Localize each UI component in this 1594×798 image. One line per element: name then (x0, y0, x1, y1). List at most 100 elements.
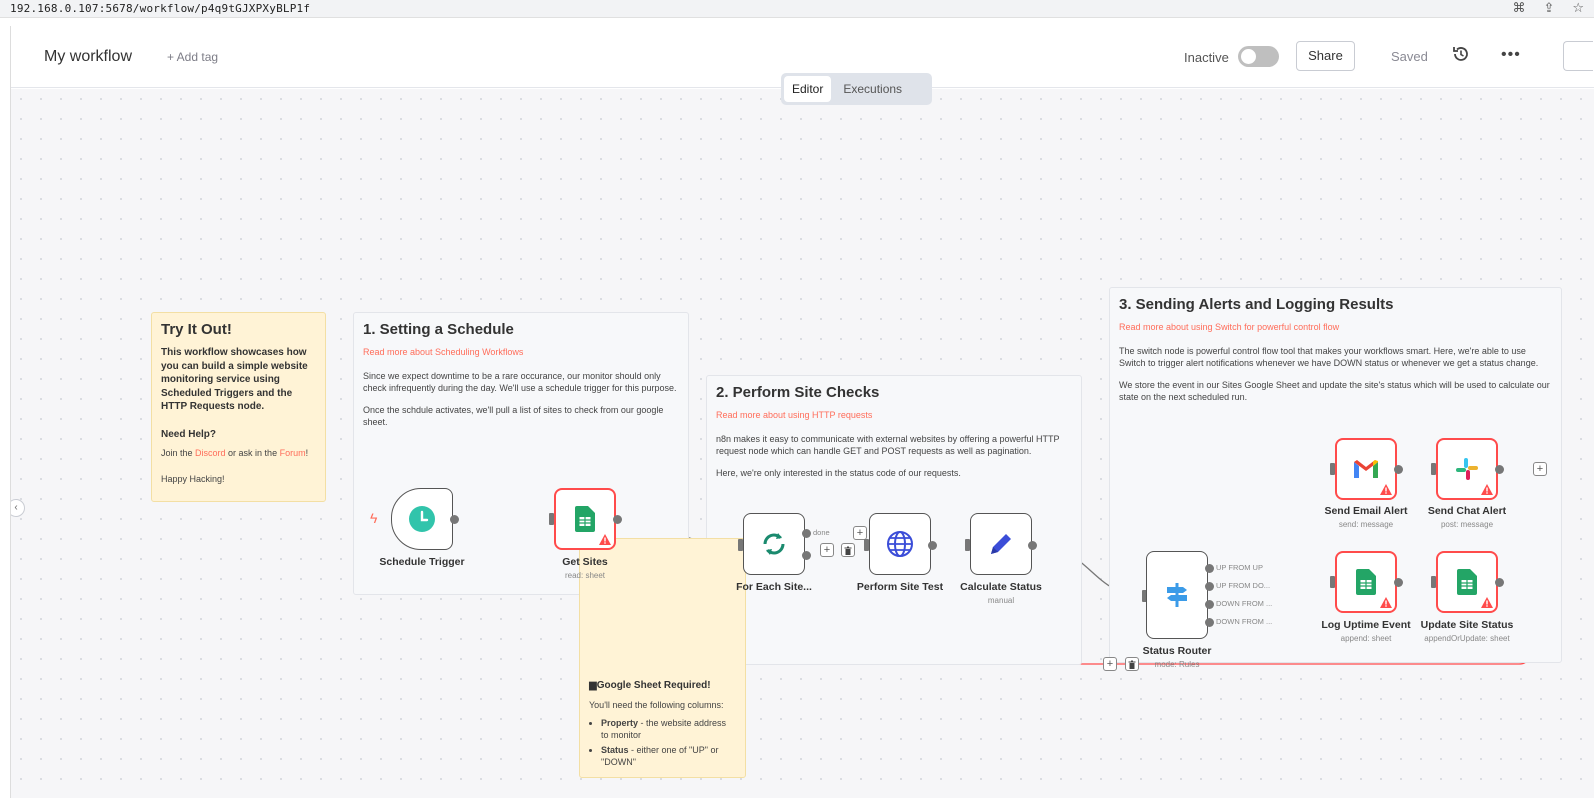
activation-status-label: Inactive (1184, 50, 1229, 65)
output-handle[interactable] (1205, 564, 1214, 573)
add-node-button[interactable]: + (853, 526, 867, 540)
node-label: Get Sites (562, 556, 608, 568)
output-handle[interactable] (928, 541, 937, 550)
output-handle[interactable] (450, 515, 459, 524)
sticky-subtitle: Need Help? (161, 428, 217, 440)
node-label: For Each Site... (736, 581, 812, 593)
trash-icon[interactable] (841, 543, 855, 557)
discord-link[interactable]: Discord (195, 448, 226, 458)
node-subtitle: appendOrUpdate: sheet (1424, 634, 1510, 643)
sidebar-edge-button[interactable] (1563, 41, 1593, 71)
more-options-icon[interactable]: ••• (1501, 46, 1521, 64)
trigger-bolt-icon: ϟ (370, 510, 378, 526)
slack-icon (1456, 458, 1478, 480)
sticky-title: 2. Perform Site Checks (716, 384, 880, 401)
node-label: Calculate Status (960, 581, 1042, 593)
node-send-chat-alert[interactable] (1436, 438, 1498, 500)
node-label: Schedule Trigger (379, 556, 465, 568)
help-text: Join the Discord or ask in the Forum! (161, 447, 316, 459)
node-label: Send Chat Alert (1427, 505, 1507, 517)
sticky-title: Try It Out! (161, 321, 232, 338)
node-calculate-status[interactable] (970, 513, 1032, 575)
output-handle[interactable] (1028, 541, 1037, 550)
add-node-button[interactable]: + (1103, 657, 1117, 671)
warning-icon (1481, 597, 1493, 608)
sticky-paragraph: The switch node is powerful control flow… (1119, 346, 1539, 368)
output-handle[interactable] (1495, 465, 1504, 474)
list-item: Status - either one of "UP" or "DOWN" (601, 744, 736, 768)
share-page-icon[interactable]: ⇪ (1543, 0, 1554, 16)
node-subtitle: post: message (1440, 520, 1494, 529)
help-mid: or ask in the (225, 448, 280, 458)
node-get-sites[interactable] (554, 488, 616, 550)
column-name: Status (601, 744, 629, 755)
scheduling-docs-link[interactable]: Read more about Scheduling Workflows (363, 346, 679, 358)
sticky-title: ▆Google Sheet Required! (589, 679, 736, 693)
node-schedule-trigger[interactable] (391, 488, 453, 550)
view-tabs: Editor Executions (781, 73, 932, 105)
forum-link[interactable]: Forum (280, 448, 306, 458)
output-handle[interactable] (613, 515, 622, 524)
warning-icon (1481, 484, 1493, 495)
bookmark-star-icon[interactable]: ☆ (1572, 0, 1584, 16)
output-handle-loop[interactable] (802, 551, 811, 560)
switch-docs-link[interactable]: Read more about using Switch for powerfu… (1119, 321, 1552, 333)
sticky-intro: You'll need the following columns: (589, 699, 724, 710)
sign-off: Happy Hacking! (161, 474, 225, 484)
add-tag-button[interactable]: + Add tag (167, 50, 218, 64)
router-output-label: UP FROM UP (1216, 563, 1263, 572)
router-output-label: DOWN FROM ... (1216, 617, 1273, 626)
gmail-icon (1354, 460, 1378, 478)
sticky-note-try-it-out[interactable]: Try It Out! This workflow showcases how … (151, 312, 326, 502)
workflow-name[interactable]: My workflow (44, 48, 132, 66)
globe-icon (887, 531, 913, 557)
node-for-each-site[interactable] (743, 513, 805, 575)
warning-icon (599, 534, 611, 545)
switch-signpost-icon (1167, 583, 1187, 607)
router-output-label: DOWN FROM ... (1216, 599, 1273, 608)
node-log-uptime-event[interactable] (1335, 551, 1397, 613)
output-handle[interactable] (1495, 578, 1504, 587)
sticky-paragraph: Once the schdule activates, we'll pull a… (363, 405, 664, 427)
http-docs-link[interactable]: Read more about using HTTP requests (716, 409, 1072, 421)
share-button[interactable]: Share (1296, 41, 1355, 71)
node-subtitle: read: sheet (564, 571, 606, 580)
add-node-button[interactable]: + (1533, 462, 1547, 476)
node-update-site-status[interactable] (1436, 551, 1498, 613)
tab-executions[interactable]: Executions (835, 76, 910, 102)
sticky-paragraph: Here, we're only interested in the statu… (716, 468, 961, 478)
add-node-button[interactable]: + (820, 543, 834, 557)
node-status-router[interactable] (1146, 551, 1208, 639)
output-handle[interactable] (1205, 618, 1214, 627)
output-handle[interactable] (1394, 465, 1403, 474)
output-handle[interactable] (1394, 578, 1403, 587)
url-text[interactable]: 192.168.0.107:5678/workflow/p4q9tGJXPXyB… (10, 2, 310, 15)
help-prefix: Join the (161, 448, 196, 458)
workflow-canvas[interactable]: ‹ Try It Out! This workflow showcases ho… (11, 89, 1594, 798)
output-label: done (813, 528, 830, 537)
node-perform-site-test[interactable] (869, 513, 931, 575)
n8n-app: My workflow + Add tag Inactive Share Sav… (10, 26, 1594, 798)
warning-icon (1380, 597, 1392, 608)
sheet-icon: ▆ (589, 680, 597, 691)
sheet-title-text: Google Sheet Required! (596, 680, 711, 691)
output-handle-done[interactable] (802, 529, 811, 538)
node-label: Status Router (1142, 645, 1212, 657)
sticky-paragraph: n8n makes it easy to communicate with ex… (716, 434, 1060, 456)
sticky-title: 1. Setting a Schedule (363, 321, 514, 338)
activation-toggle[interactable] (1238, 46, 1279, 67)
output-handle[interactable] (1205, 600, 1214, 609)
pencil-icon (991, 534, 1011, 554)
chevron-left-icon[interactable]: ‹ (11, 499, 25, 517)
output-handle[interactable] (1205, 582, 1214, 591)
translate-icon[interactable]: ⌘ (1512, 0, 1525, 16)
tab-editor[interactable]: Editor (784, 76, 832, 102)
sticky-body: This workflow showcases how you can buil… (161, 347, 308, 412)
node-label: Update Site Status (1420, 619, 1514, 631)
loop-icon (763, 533, 785, 555)
column-list: Property - the website address to monito… (589, 717, 736, 768)
history-icon[interactable] (1451, 44, 1473, 66)
google-sheets-icon (1457, 569, 1477, 595)
node-send-email-alert[interactable] (1335, 438, 1397, 500)
trash-icon[interactable] (1125, 657, 1139, 671)
